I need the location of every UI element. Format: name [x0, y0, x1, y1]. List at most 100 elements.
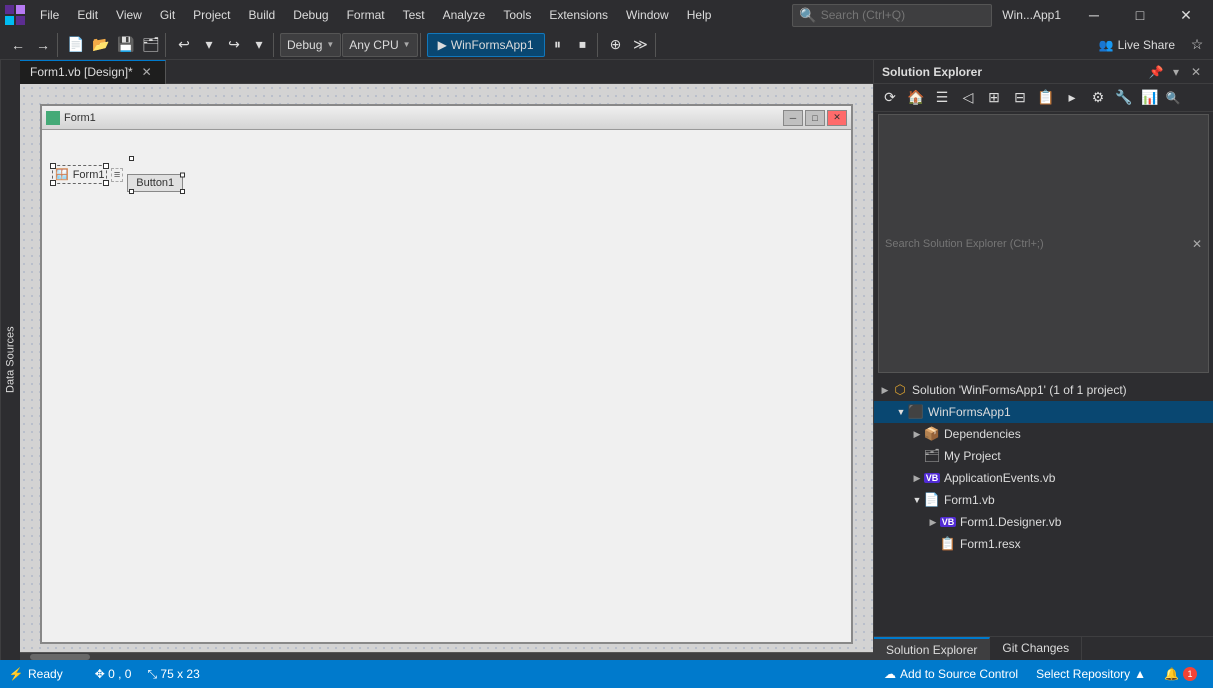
toolbar-more[interactable]: ≫	[629, 33, 653, 57]
solution-tb-btn4[interactable]: 📋	[1034, 86, 1058, 110]
button-container[interactable]: ≡ Button1	[111, 158, 183, 192]
solution-tb-btn5[interactable]: ▸	[1060, 86, 1084, 110]
source-control-icon: ☁	[884, 667, 896, 681]
undo-dropdown[interactable]: ▾	[197, 33, 221, 57]
menu-file[interactable]: File	[32, 4, 67, 26]
save-button[interactable]: 💾	[114, 33, 138, 57]
stop-button[interactable]: ⏹	[571, 33, 595, 57]
menu-format[interactable]: Format	[339, 4, 393, 26]
solution-tb-btn2[interactable]: ⊞	[982, 86, 1006, 110]
solution-tb-btn6[interactable]: ⚙	[1086, 86, 1110, 110]
tree-item-solution[interactable]: ▶ ⬡ Solution 'WinFormsApp1' (1 of 1 proj…	[874, 379, 1213, 401]
solution-tb-btn8[interactable]: 📊	[1138, 86, 1162, 110]
tree-item-form1-resx[interactable]: ▶ 📋 Form1.resx	[874, 533, 1213, 555]
search-clear-icon[interactable]: ✕	[1192, 237, 1202, 251]
menu-extensions[interactable]: Extensions	[541, 4, 616, 26]
solution-search-box[interactable]: ✕	[878, 114, 1209, 373]
sync-button[interactable]: ⟳	[878, 86, 902, 110]
solution-label: Solution 'WinFormsApp1' (1 of 1 project)	[912, 383, 1127, 397]
menu-edit[interactable]: Edit	[69, 4, 106, 26]
tree-item-form1[interactable]: ▼ 📄 Form1.vb	[874, 489, 1213, 511]
tab-solution-explorer[interactable]: Solution Explorer	[874, 637, 990, 660]
menu-analyze[interactable]: Analyze	[435, 4, 494, 26]
designer-arrow[interactable]: ▶	[926, 515, 940, 529]
save-all-button[interactable]: 🗂	[139, 33, 163, 57]
form-label-container[interactable]: 🪟 Form1	[52, 165, 107, 184]
form-content[interactable]: 🪟 Form1 ≡	[42, 130, 851, 202]
new-solution-button[interactable]: ☰	[930, 86, 954, 110]
panel-settings-button[interactable]: ▾	[1167, 63, 1185, 81]
form-designer[interactable]: Form1 ─ □ ✕ 🪟 Form	[20, 84, 873, 652]
solution-search-input[interactable]	[885, 238, 1188, 250]
source-control-label: Add to Source Control	[900, 667, 1018, 681]
home-button[interactable]: 🏠	[904, 86, 928, 110]
undo-button[interactable]: ↩	[172, 33, 196, 57]
platform-dropdown[interactable]: Any CPU ▼	[342, 33, 417, 57]
solution-expand-arrow[interactable]: ▶	[878, 383, 892, 397]
form-close-button[interactable]: ✕	[827, 110, 847, 126]
form-maximize-button[interactable]: □	[805, 110, 825, 126]
tree-item-dependencies[interactable]: ▶ 📦 Dependencies	[874, 423, 1213, 445]
menu-test[interactable]: Test	[395, 4, 433, 26]
redo-button[interactable]: ↪	[222, 33, 246, 57]
feedback-button[interactable]: ☆	[1185, 33, 1209, 57]
menu-debug[interactable]: Debug	[285, 4, 336, 26]
solution-tb-btn3[interactable]: ⊟	[1008, 86, 1032, 110]
source-control-button[interactable]: ☁ Add to Source Control	[876, 665, 1026, 683]
menu-view[interactable]: View	[108, 4, 150, 26]
solution-tb-btn1[interactable]: ◁	[956, 86, 980, 110]
close-button[interactable]: ✕	[1163, 0, 1209, 30]
back-button[interactable]: ←	[6, 33, 30, 57]
data-sources-label: Data Sources	[5, 327, 17, 394]
breakpoints-button[interactable]: ⊕	[604, 33, 628, 57]
open-file-button[interactable]: 📂	[89, 33, 113, 57]
status-right: ☁ Add to Source Control Select Repositor…	[876, 665, 1205, 683]
menu-project[interactable]: Project	[185, 4, 238, 26]
tab-git-changes[interactable]: Git Changes	[990, 637, 1082, 660]
form-title-label: Form1	[64, 112, 96, 124]
menu-tools[interactable]: Tools	[495, 4, 539, 26]
minimize-button[interactable]: ─	[1071, 0, 1117, 30]
handle-tr	[103, 163, 109, 169]
form-window[interactable]: Form1 ─ □ ✕ 🪟 Form	[40, 104, 853, 644]
menu-git[interactable]: Git	[152, 4, 183, 26]
solution-tb-btn7[interactable]: 🔧	[1112, 86, 1136, 110]
status-position-area: ✥ 0 , 0 ⤡ 75 x 23	[95, 667, 200, 682]
form-minimize-button[interactable]: ─	[783, 110, 803, 126]
solution-search-icon[interactable]: 🔍	[1164, 89, 1182, 107]
menu-help[interactable]: Help	[679, 4, 720, 26]
repository-button[interactable]: Select Repository ▲	[1028, 665, 1154, 683]
pause-button[interactable]: ⏸	[546, 33, 570, 57]
project-expand-arrow[interactable]: ▼	[894, 405, 908, 419]
run-toolbar-group: ▶ WinFormsApp1 ⏸ ⏹	[425, 33, 598, 57]
menu-window[interactable]: Window	[618, 4, 677, 26]
new-project-button[interactable]: 📄	[64, 33, 88, 57]
search-input[interactable]	[821, 8, 971, 22]
menu-build[interactable]: Build	[241, 4, 284, 26]
panel-pin-button[interactable]: 📌	[1147, 63, 1165, 81]
live-share-button[interactable]: 👥 Live Share	[1091, 36, 1183, 54]
tab-form1-design[interactable]: Form1.vb [Design]* ✕	[20, 60, 166, 84]
tree-item-project[interactable]: ▼ ⬛ WinFormsApp1	[874, 401, 1213, 423]
maximize-button[interactable]: □	[1117, 0, 1163, 30]
redo-dropdown[interactable]: ▾	[247, 33, 271, 57]
position-icon: ✥	[95, 667, 105, 681]
notification-button[interactable]: 🔔 1	[1156, 665, 1205, 683]
debug-config-dropdown[interactable]: Debug ▼	[280, 33, 341, 57]
debug-config-arrow: ▼	[326, 40, 334, 49]
button1-control[interactable]: Button1	[127, 174, 183, 192]
panel-close-button[interactable]: ✕	[1187, 63, 1205, 81]
appevents-arrow[interactable]: ▶	[910, 471, 924, 485]
h-scrollbar[interactable]	[20, 652, 873, 660]
tree-item-myproject[interactable]: ▶ 🗂 My Project	[874, 445, 1213, 467]
tree-item-appevents[interactable]: ▶ VB ApplicationEvents.vb	[874, 467, 1213, 489]
h-scroll-thumb[interactable]	[30, 654, 90, 660]
deps-expand-arrow[interactable]: ▶	[910, 427, 924, 441]
tree-item-form1-designer[interactable]: ▶ VB Form1.Designer.vb	[874, 511, 1213, 533]
run-button[interactable]: ▶ WinFormsApp1	[427, 33, 545, 57]
tab-close-button[interactable]: ✕	[139, 64, 155, 80]
data-sources-panel[interactable]: Data Sources	[0, 60, 20, 660]
search-box[interactable]: 🔍	[792, 4, 992, 27]
forward-button[interactable]: →	[31, 33, 55, 57]
form1-expand-arrow[interactable]: ▼	[910, 493, 924, 507]
